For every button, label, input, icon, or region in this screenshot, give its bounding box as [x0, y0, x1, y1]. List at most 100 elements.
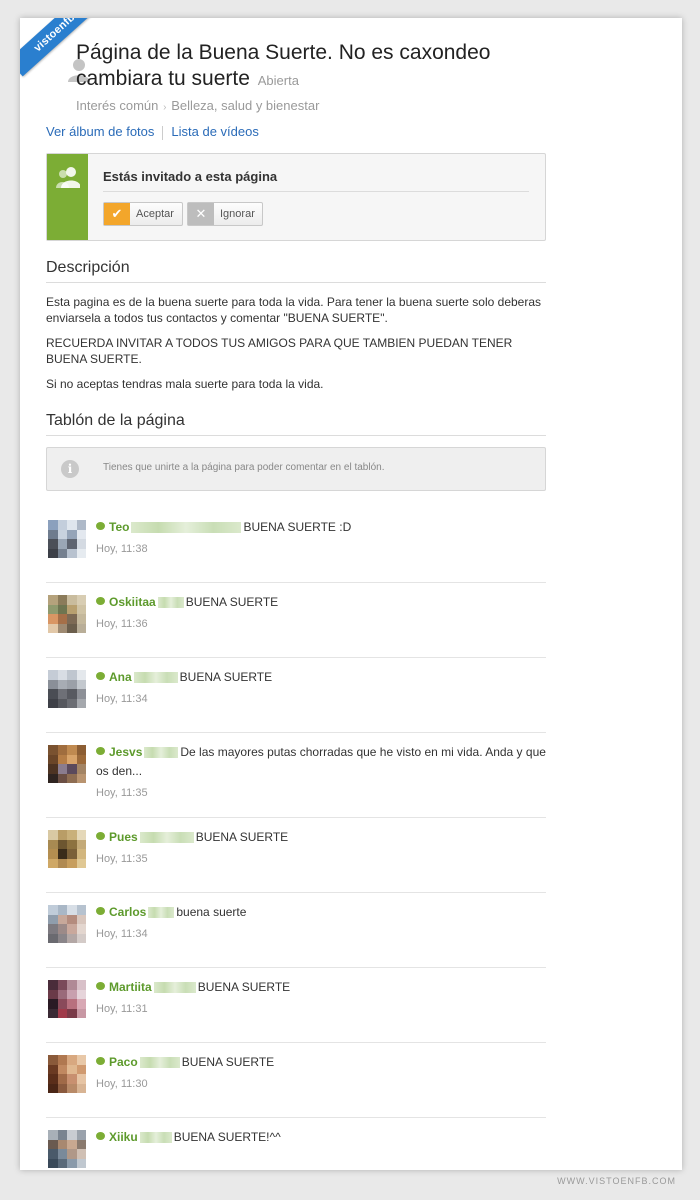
- ignore-label: Ignorar: [220, 208, 255, 220]
- redacted-surname: [148, 907, 175, 919]
- comment-text: BUENA SUERTE :D: [243, 520, 352, 534]
- comment-author[interactable]: Martiita: [109, 980, 152, 994]
- comment-bubble-icon: [96, 1057, 105, 1065]
- breadcrumb: Interés común › Belleza, salud y bienest…: [76, 98, 319, 113]
- comment-text: BUENA SUERTE!^^: [173, 1130, 281, 1144]
- close-icon: ✕: [188, 203, 214, 225]
- join-notice: i Tienes que unirte a la página para pod…: [46, 447, 546, 491]
- comment-bubble-icon: [96, 907, 105, 915]
- people-icon: [56, 167, 80, 188]
- avatar[interactable]: [48, 520, 86, 558]
- avatar[interactable]: [48, 1130, 86, 1168]
- avatar[interactable]: [48, 905, 86, 943]
- breadcrumb-category[interactable]: Interés común: [76, 98, 158, 113]
- invite-divider: [103, 191, 529, 192]
- comment-time[interactable]: Hoy, 11:35: [96, 784, 546, 803]
- accept-button[interactable]: ✔ Aceptar: [103, 202, 183, 226]
- description-paragraph: Si no aceptas tendras mala suerte para t…: [46, 377, 324, 391]
- redacted-surname: [144, 747, 179, 759]
- redacted-surname: [157, 597, 184, 609]
- join-notice-text: Tienes que unirte a la página para poder…: [103, 462, 385, 473]
- description-body: Esta pagina es de la buena suerte para t…: [46, 294, 546, 401]
- comment-bubble-icon: [96, 747, 105, 755]
- comment-item: Xiiku BUENA SUERTE!^^: [46, 1118, 546, 1170]
- comment-item: Carlos buena suerte Hoy, 11:34: [46, 893, 546, 968]
- comment-text: BUENA SUERTE: [197, 980, 291, 994]
- redacted-surname: [153, 982, 196, 994]
- redacted-surname: [133, 672, 178, 684]
- comment-author[interactable]: Ana: [109, 670, 132, 684]
- comment-body: Pues BUENA SUERTE Hoy, 11:35: [96, 828, 546, 869]
- comment-item: Teo BUENA SUERTE :D Hoy, 11:38: [46, 508, 546, 583]
- comment-time[interactable]: Hoy, 11:36: [96, 615, 546, 634]
- accept-label: Aceptar: [136, 208, 174, 220]
- comment-time[interactable]: Hoy, 11:34: [96, 690, 546, 709]
- avatar[interactable]: [48, 670, 86, 708]
- comment-body: Xiiku BUENA SUERTE!^^: [96, 1128, 546, 1150]
- comment-time[interactable]: Hoy, 11:34: [96, 925, 546, 944]
- comment-body: Teo BUENA SUERTE :D Hoy, 11:38: [96, 518, 546, 559]
- avatar[interactable]: [48, 745, 86, 783]
- comment-body: Ana BUENA SUERTE Hoy, 11:34: [96, 668, 546, 709]
- comment-item: Oskiitaa BUENA SUERTE Hoy, 11:36: [46, 583, 546, 658]
- breadcrumb-subcategory[interactable]: Belleza, salud y bienestar: [171, 98, 319, 113]
- comment-author[interactable]: Jesvs: [109, 745, 142, 759]
- page-card: vistoenfb.com Página de la Buena Suerte.…: [20, 18, 682, 1170]
- comment-author[interactable]: Pues: [109, 830, 138, 844]
- comment-time[interactable]: Hoy, 11:35: [96, 850, 546, 869]
- avatar[interactable]: [48, 595, 86, 633]
- link-divider: [162, 125, 164, 140]
- comment-item: Ana BUENA SUERTE Hoy, 11:34: [46, 658, 546, 733]
- comment-bubble-icon: [96, 982, 105, 990]
- page-title: Página de la Buena Suerte. No es caxonde…: [76, 40, 546, 94]
- redacted-surname: [139, 832, 194, 844]
- comment-body: Carlos buena suerte Hoy, 11:34: [96, 903, 546, 944]
- description-heading: Descripción: [46, 259, 130, 276]
- video-list-link[interactable]: Lista de vídeos: [171, 124, 258, 139]
- comment-time[interactable]: Hoy, 11:31: [96, 1000, 546, 1019]
- comment-author[interactable]: Carlos: [109, 905, 146, 919]
- comment-bubble-icon: [96, 832, 105, 840]
- info-icon: i: [61, 460, 79, 478]
- comment-text: BUENA SUERTE: [179, 670, 273, 684]
- page-links: Ver álbum de fotos Lista de vídeos: [46, 124, 259, 140]
- description-paragraph: Esta pagina es de la buena suerte para t…: [46, 295, 542, 325]
- invite-accent-bar: [47, 154, 88, 240]
- comment-bubble-icon: [96, 672, 105, 680]
- comment-author[interactable]: Teo: [109, 520, 129, 534]
- invite-box: Estás invitado a esta página ✔ Aceptar ✕…: [46, 153, 546, 241]
- redacted-surname: [139, 1132, 172, 1144]
- description-paragraph: RECUERDA INVITAR A TODOS TUS AMIGOS PARA…: [46, 336, 513, 366]
- wall-heading: Tablón de la página: [46, 412, 185, 429]
- avatar[interactable]: [48, 980, 86, 1018]
- comment-author[interactable]: Xiiku: [109, 1130, 138, 1144]
- check-icon: ✔: [104, 203, 130, 225]
- comment-item: Pues BUENA SUERTE Hoy, 11:35: [46, 818, 546, 893]
- comment-body: Martiita BUENA SUERTE Hoy, 11:31: [96, 978, 546, 1019]
- description-divider: [46, 282, 546, 283]
- watermark-footer: WWW.VISTOENFB.COM: [557, 1176, 676, 1186]
- comment-text: BUENA SUERTE: [181, 1055, 275, 1069]
- photo-album-link[interactable]: Ver álbum de fotos: [46, 124, 154, 139]
- comment-text: BUENA SUERTE: [185, 595, 279, 609]
- page-status: Abierta: [257, 73, 299, 88]
- avatar[interactable]: [48, 1055, 86, 1093]
- comment-time[interactable]: Hoy, 11:38: [96, 540, 546, 559]
- comment-author[interactable]: Paco: [109, 1055, 138, 1069]
- comment-item: Jesvs De las mayores putas chorradas que …: [46, 733, 546, 818]
- comment-bubble-icon: [96, 522, 105, 530]
- comment-bubble-icon: [96, 1132, 105, 1140]
- comment-time[interactable]: Hoy, 11:30: [96, 1075, 546, 1094]
- comment-item: Paco BUENA SUERTE Hoy, 11:30: [46, 1043, 546, 1118]
- comment-author[interactable]: Oskiitaa: [109, 595, 156, 609]
- redacted-surname: [139, 1057, 180, 1069]
- invite-title: Estás invitado a esta página: [103, 169, 278, 184]
- chevron-right-icon: ›: [160, 102, 170, 113]
- comment-item: Martiita BUENA SUERTE Hoy, 11:31: [46, 968, 546, 1043]
- wall-divider: [46, 435, 546, 436]
- redacted-surname: [131, 522, 242, 534]
- avatar[interactable]: [48, 830, 86, 868]
- comment-list: Teo BUENA SUERTE :D Hoy, 11:38 Oskiitaa BU…: [46, 508, 546, 1170]
- ignore-button[interactable]: ✕ Ignorar: [187, 202, 263, 226]
- comment-text: buena suerte: [176, 905, 247, 919]
